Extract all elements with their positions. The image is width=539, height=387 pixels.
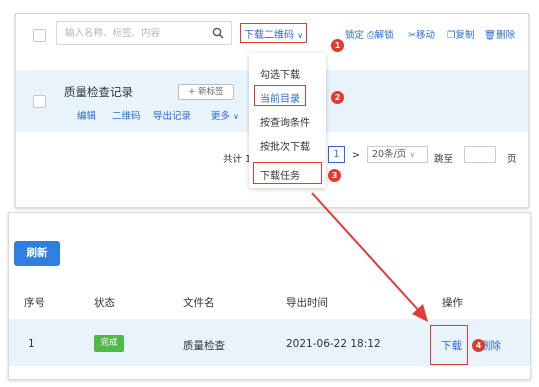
highlight-box bbox=[253, 162, 322, 184]
menu-item-by-batch[interactable]: 按批次下载 bbox=[260, 138, 310, 153]
search-icon[interactable] bbox=[212, 27, 224, 39]
col-export-time: 导出时间 bbox=[286, 297, 328, 309]
refresh-button[interactable]: 刷新 bbox=[14, 241, 60, 266]
new-tag-button[interactable]: + 新标签 bbox=[178, 84, 234, 100]
move-button[interactable]: ✂移动 bbox=[408, 27, 435, 41]
col-file-name: 文件名 bbox=[183, 297, 215, 309]
search-input[interactable] bbox=[65, 26, 205, 40]
callout-badge: 2 bbox=[331, 91, 344, 104]
page-size-select[interactable]: 20条/页 ∨ bbox=[367, 146, 428, 163]
col-status: 状态 bbox=[94, 297, 115, 309]
download-qr-label: 下载二维码 bbox=[244, 30, 294, 41]
status-badge: 完成 bbox=[94, 335, 124, 352]
menu-item-by-query[interactable]: 按查询条件 bbox=[260, 114, 310, 129]
callout-badge: 3 bbox=[328, 169, 341, 182]
download-qr-dropdown[interactable]: 下载二维码 ∨ bbox=[240, 23, 308, 43]
jump-label: 跳至 bbox=[434, 154, 454, 165]
record-link-more[interactable]: 更多 ∨ bbox=[211, 108, 239, 122]
record-link-edit[interactable]: 编辑 bbox=[77, 108, 96, 122]
unlock-button[interactable]: ⎙解锁 bbox=[367, 27, 394, 41]
copy-label: 复制 bbox=[455, 30, 475, 41]
chevron-down-icon: ∨ bbox=[297, 31, 304, 40]
total-count: 共计 1 bbox=[223, 154, 252, 165]
more-label: 更多 bbox=[211, 111, 231, 122]
page-size-value: 20条/页 bbox=[372, 149, 407, 160]
record-link-qr[interactable]: 二维码 bbox=[112, 108, 141, 122]
chevron-down-icon: ∨ bbox=[233, 112, 239, 121]
record-checkbox[interactable] bbox=[33, 95, 46, 108]
lock-button[interactable]: 锁定 bbox=[345, 27, 364, 41]
trash-icon: 🗑 bbox=[484, 30, 497, 41]
page-number[interactable]: 1 bbox=[328, 146, 345, 163]
search-box bbox=[56, 21, 232, 45]
page-unit: 页 bbox=[507, 154, 517, 165]
copy-button[interactable]: ❐复制 bbox=[447, 27, 475, 41]
callout-badge: 1 bbox=[331, 39, 344, 52]
scissors-icon: ✂ bbox=[408, 30, 416, 41]
row-index: 1 bbox=[28, 338, 35, 350]
lock-icon: ⎙ bbox=[367, 30, 375, 41]
move-label: 移动 bbox=[415, 30, 435, 41]
jump-page-input[interactable] bbox=[464, 146, 496, 163]
col-actions: 操作 bbox=[442, 297, 463, 309]
row-export-time: 2021-06-22 18:12 bbox=[286, 338, 381, 350]
callout-badge: 4 bbox=[472, 339, 485, 352]
highlight-box bbox=[254, 85, 306, 106]
row-download-link[interactable]: 下载 bbox=[441, 338, 462, 353]
chevron-down-icon: ∨ bbox=[409, 150, 416, 159]
download-menu: 勾选下载 当前目录 按查询条件 按批次下载 下载任务 bbox=[249, 53, 326, 188]
row-file-name: 质量检查 bbox=[183, 340, 225, 352]
delete-label: 删除 bbox=[496, 30, 516, 41]
copy-icon: ❐ bbox=[447, 30, 456, 41]
menu-item-checked-download[interactable]: 勾选下载 bbox=[260, 66, 300, 81]
select-all-checkbox[interactable] bbox=[33, 29, 46, 42]
lock-label: 锁定 bbox=[345, 30, 365, 41]
unlock-label: 解锁 bbox=[374, 30, 394, 41]
next-page-icon[interactable]: > bbox=[352, 150, 360, 161]
delete-button[interactable]: 🗑删除 bbox=[484, 27, 515, 41]
col-index: 序号 bbox=[24, 297, 45, 309]
record-link-export[interactable]: 导出记录 bbox=[153, 108, 191, 122]
record-title: 质量检查记录 bbox=[64, 85, 133, 99]
